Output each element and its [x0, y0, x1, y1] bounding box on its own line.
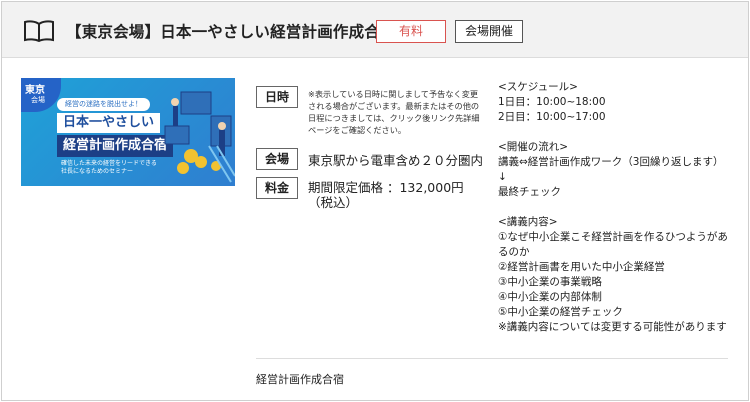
content-item-3: ③中小企業の事業戦略 — [498, 276, 602, 288]
content-item-2: ②経営計画書を用いた中小企業経営 — [498, 261, 665, 273]
seminar-card: 【東京会場】日本一やさしい経営計画作成合宿 有料 会場開催 東京 会場 経営の迷… — [1, 1, 749, 401]
banner-location-text: 東京 — [25, 85, 45, 96]
seminar-banner-image[interactable]: 東京 会場 経営の迷路を脱出せよ！ 日本一やさしい 経営計画作成合宿 確信した未… — [21, 78, 235, 186]
banner-catchphrase: 経営の迷路を脱出せよ！ — [57, 98, 150, 111]
banner-subtitle: 確信した未来の経営をリードできる社長になるためのセミナー — [61, 160, 157, 175]
banner-location-tag: 東京 会場 — [21, 78, 61, 112]
schedule-day2: 2日目：10:00~17:00 — [498, 111, 606, 123]
venue-badge: 会場開催 — [455, 20, 523, 43]
content-heading: <講義内容> — [498, 216, 558, 228]
price-label: 料金 — [256, 177, 298, 199]
footer-category: 経営計画作成合宿 — [256, 373, 344, 386]
price-value: 期間限定価格 ：132,000円（税込） — [308, 180, 464, 210]
content-item-4: ④中小企業の内部体制 — [498, 291, 602, 303]
card-header: 【東京会場】日本一やさしい経営計画作成合宿 有料 会場開催 — [2, 2, 748, 58]
venue-value: 東京駅から電車含め２０分圏内 — [308, 153, 484, 168]
banner-title-line1: 日本一やさしい — [57, 113, 161, 133]
date-label: 日時 — [256, 86, 298, 108]
page-title[interactable]: 【東京会場】日本一やさしい経営計画作成合宿 — [66, 20, 396, 42]
banner-title-line2: 経営計画作成合宿 — [57, 135, 174, 157]
content-note: ※講義内容については変更する可能性があります — [498, 321, 727, 333]
flow-step-1: 講義⇔経営計画作成ワーク（3回繰り返します） — [498, 156, 724, 168]
banner-illustration — [164, 91, 235, 183]
content-item-1: ①なぜ中小企業こそ経営計画を作るひつようがあるのか — [498, 231, 728, 258]
paid-badge: 有料 — [376, 20, 446, 43]
banner-venue-text: 会場 — [31, 96, 45, 104]
flow-heading: <開催の流れ> — [498, 141, 569, 153]
open-book-icon — [24, 20, 54, 42]
venue-label: 会場 — [256, 148, 298, 170]
divider — [256, 358, 728, 359]
schedule-day1: 1日目：10:00~18:00 — [498, 96, 606, 108]
flow-arrow: ↓ — [498, 171, 507, 183]
date-note: ※表示している日時に関しまして予告なく変更される場合がございます。最新またはその… — [308, 89, 480, 135]
flow-step-2: 最終チェック — [498, 186, 561, 198]
schedule-heading: <スケジュール> — [498, 81, 578, 93]
content-item-5: ⑤中小企業の経営チェック — [498, 306, 623, 318]
